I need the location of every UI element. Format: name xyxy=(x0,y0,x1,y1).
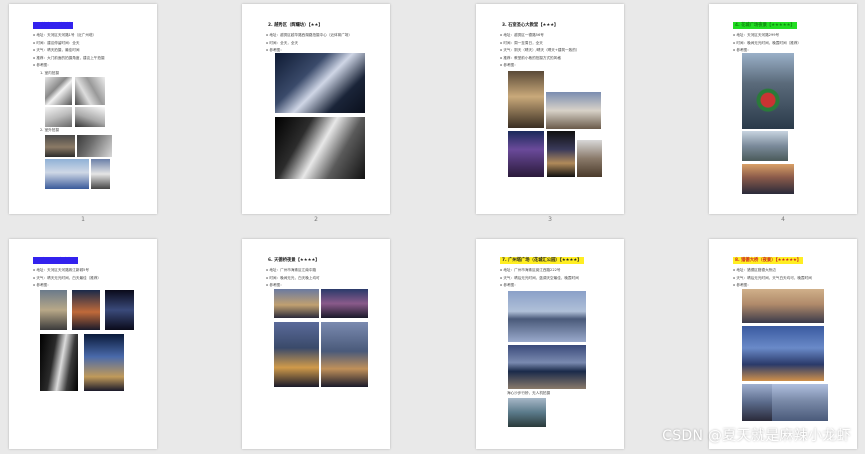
bullet-item: o 参考图： xyxy=(500,63,518,68)
bullet-item: o 地址：广州市海珠区阅江西路222号 xyxy=(500,268,561,272)
reference-photo-interior-2[interactable] xyxy=(75,77,105,105)
page-title: 1. 越秀区：镇海楼 xyxy=(33,22,74,29)
reference-photo-liede-bridge-1[interactable] xyxy=(742,289,824,323)
subheading: 海心沙步行桥，无人机拍摄 xyxy=(507,391,551,395)
document-page-7[interactable]: 7. 广州塔广场（花城汇公园）【★★★★】 o 地址：广州市海珠区阅江西路222… xyxy=(476,239,624,449)
reference-photo-interior-4[interactable] xyxy=(75,107,105,127)
bullet-list: o 地址：天河区天河路珠江新城5号 o 天气：晴天无光时间，白天最佳（推荐） o… xyxy=(33,267,151,290)
bullet-item: o 参考图： xyxy=(33,283,51,288)
bullet-item: o 参考图： xyxy=(500,283,518,288)
bullet-item: o 时间：建议停留时间：全天 xyxy=(33,40,80,45)
reference-photo-liede-bridge-4[interactable] xyxy=(772,384,828,421)
bullet-item: o 天气：晴后无光时间，天气白天均可，晚霞时间 xyxy=(733,275,812,280)
watermark: CSDN @夏天就是麻辣小龙虾 xyxy=(662,428,851,444)
bullet-list: o 地址：越秀区一德路56号 o 时间：周一至周日，全天 o 天气：阴天（晴天）… xyxy=(500,32,618,70)
document-page-5[interactable]: 5. 广州国际金融中心 o 地址：天河区天河路珠江新城5号 o 天气：晴天无光时… xyxy=(9,239,157,449)
reference-photo-city-sunset[interactable] xyxy=(742,164,794,194)
reference-photo-church-4[interactable] xyxy=(547,131,575,177)
document-page-1[interactable]: 1. 越秀区：镇海楼 o 地址：天河区天河路1号（近广州塔） o 时间：建议停留… xyxy=(9,4,157,214)
bullet-item: o 天气：阴天（晴天）/晴天（晴天+建筑一致的） xyxy=(500,48,580,53)
page-title: 8. 猎德大桥（夜景）【★★★★★】 xyxy=(733,257,804,264)
bullet-item: o 推荐：大门前面的拍摄角度，建议上午拍摄 xyxy=(33,55,105,60)
page-title: 2. 越秀区（辉耀坊）【★★】 xyxy=(268,23,323,28)
reference-photo-tower-3[interactable] xyxy=(105,290,134,330)
bullet-item: o 地址：广州市海珠区江南中路 xyxy=(266,268,317,272)
document-page-2[interactable]: 2. 越秀区（辉耀坊）【★★】 o 地址：越秀区越华路西湖路拍摄中心（近体育广场… xyxy=(242,4,390,214)
bullet-item: o 时间：晚间无光时间，晚霞时间（推荐） xyxy=(733,40,802,45)
reference-photo-building-2[interactable] xyxy=(275,117,365,179)
reference-photo-tower-2[interactable] xyxy=(72,290,100,330)
reference-photo-tower-4[interactable] xyxy=(40,334,78,391)
reference-photo-tower-5[interactable] xyxy=(84,334,124,391)
page-title: 5. 广州国际金融中心 xyxy=(33,257,78,264)
bullet-item: o 推荐：教堂前小巷的拍摄方式的风格 xyxy=(500,55,561,60)
reference-photo-city-aerial[interactable] xyxy=(742,53,794,129)
reference-photo-liede-bridge-3[interactable] xyxy=(742,384,772,421)
bullet-item: o 地址：天河区天河路1号（近广州塔） xyxy=(33,33,97,37)
reference-photo-night-3[interactable] xyxy=(274,322,319,387)
page-number: 3 xyxy=(548,216,552,223)
reference-photo-night-1[interactable] xyxy=(274,289,319,318)
reference-photo-exterior-2[interactable] xyxy=(77,135,112,157)
bullet-item: o 地址：天河区天河路299号 xyxy=(733,33,780,37)
bullet-item: o 地址：越秀区一德路56号 xyxy=(500,33,544,37)
document-page-6[interactable]: 6. 天德桥夜景【★★★★】 o 地址：广州市海珠区江南中路 o 时间：晚间无光… xyxy=(242,239,390,449)
reference-photo-city-skyline[interactable] xyxy=(742,131,788,161)
bullet-item: o 天气：晴天拍摄，最佳时间 xyxy=(33,48,80,53)
reference-photo-canton-tower-1[interactable] xyxy=(508,291,586,342)
page-number: 2 xyxy=(314,216,318,223)
reference-photo-church-2[interactable] xyxy=(546,92,601,129)
reference-photo-exterior-1[interactable] xyxy=(45,135,75,157)
bullet-item: o 时间：全天，全天 xyxy=(266,40,299,45)
bullet-item: o 天气：晴后无光时间，蓝调天空最佳，晚霞时间 xyxy=(500,275,579,280)
reference-photo-night-2[interactable] xyxy=(321,289,368,318)
page-title: 3. 石室圣心大教堂【★★★】 xyxy=(502,23,559,28)
document-page-4[interactable]: 4. 花城广场夜景【★★★★★】 o 地址：天河区天河路299号 o 时间：晚间… xyxy=(709,4,857,214)
bullet-item: o 时间：周一至周日，全天 xyxy=(500,40,543,45)
page-title: 4. 花城广场夜景【★★★★★】 xyxy=(733,22,797,29)
subheading: 2. 室外拍摄 xyxy=(40,128,59,132)
reference-photo-church-5[interactable] xyxy=(577,140,602,177)
page-number: 1 xyxy=(81,216,85,223)
reference-photo-bridge-drone[interactable] xyxy=(508,398,546,427)
reference-photo-church-1[interactable] xyxy=(508,71,544,128)
reference-photo-interior-3[interactable] xyxy=(45,107,72,127)
reference-photo-night-4[interactable] xyxy=(321,322,368,387)
reference-photo-exterior-4[interactable] xyxy=(91,159,110,189)
bullet-list: o 地址：天河区天河路1号（近广州塔） o 时间：建议停留时间：全天 o 天气：… xyxy=(33,32,151,70)
bullet-item: o 时间：晚间无光，白天晚上均可 xyxy=(266,275,320,280)
bullet-item: o 地址：越秀区越华路西湖路拍摄中心（近体育广场） xyxy=(266,33,352,37)
bullet-list: o 地址：广州市海珠区阅江西路222号 o 天气：晴后无光时间，蓝调天空最佳，晚… xyxy=(500,267,618,290)
bullet-item: o 地址：猎德区猎德大桥边 xyxy=(733,268,776,272)
reference-photo-liede-bridge-2[interactable] xyxy=(742,326,824,381)
subheading: 1. 室内拍摄 xyxy=(40,71,59,75)
document-page-3[interactable]: 3. 石室圣心大教堂【★★★】 o 地址：越秀区一德路56号 o 时间：周一至周… xyxy=(476,4,624,214)
reference-photo-building-1[interactable] xyxy=(275,53,365,113)
reference-photo-church-3[interactable] xyxy=(508,131,544,177)
reference-photo-interior-1[interactable] xyxy=(45,77,72,105)
bullet-item: o 天气：晴天无光时间，白天最佳（推荐） xyxy=(33,275,102,280)
bullet-item: o 地址：天河区天河路珠江新城5号 xyxy=(33,268,89,272)
document-page-8[interactable]: 8. 猎德大桥（夜景）【★★★★★】 o 地址：猎德区猎德大桥边 o 天气：晴后… xyxy=(709,239,857,449)
bullet-list: o 地址：越秀区越华路西湖路拍摄中心（近体育广场） o 时间：全天，全天 o 参… xyxy=(266,32,384,55)
page-title: 7. 广州塔广场（花城汇公园）【★★★★】 xyxy=(500,257,584,264)
reference-photo-tower-1[interactable] xyxy=(40,290,67,330)
bullet-item: o 参考图： xyxy=(33,63,51,68)
bullet-list: o 地址：天河区天河路299号 o 时间：晚间无光时间，晚霞时间（推荐） o 参… xyxy=(733,32,851,55)
reference-photo-canton-tower-2[interactable] xyxy=(508,345,586,389)
page-number: 4 xyxy=(781,216,785,223)
page-title: 6. 天德桥夜景【★★★★】 xyxy=(268,258,320,263)
reference-photo-exterior-3[interactable] xyxy=(45,159,89,189)
bullet-list: o 地址：猎德区猎德大桥边 o 天气：晴后无光时间，天气白天均可，晚霞时间 o … xyxy=(733,267,851,290)
bullet-list: o 地址：广州市海珠区江南中路 o 时间：晚间无光，白天晚上均可 o 参考图： xyxy=(266,267,384,290)
